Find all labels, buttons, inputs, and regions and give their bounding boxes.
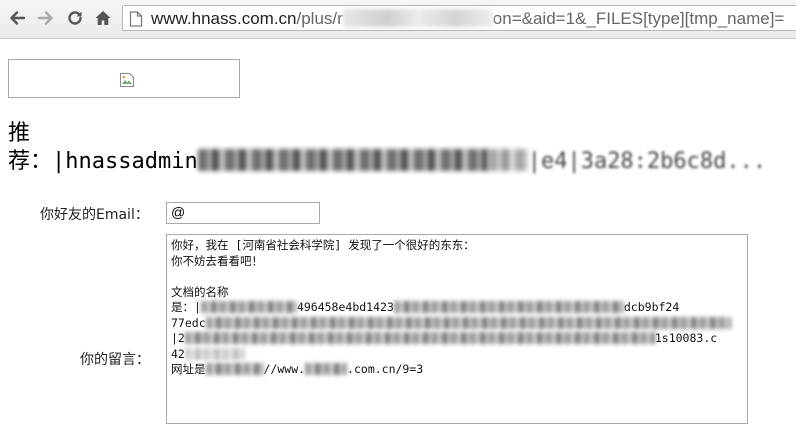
redacted-hash-2: [487, 149, 528, 171]
reload-button[interactable]: [64, 7, 86, 29]
recommend-line-1: 推: [8, 121, 31, 146]
message-line-text: 42: [171, 346, 185, 361]
message-textarea[interactable]: 你好，我在 [河南省社会科学院] 发现了一个很好的东东： 你不妨去看看吧！ 文档…: [166, 234, 748, 424]
message-url-domain: .com.cn/9=3: [347, 362, 424, 376]
message-line: 网址是 //www. .com.cn/9=3: [171, 362, 743, 378]
redacted-text: [205, 316, 731, 329]
message-hash-2: dcb9bf24: [623, 300, 680, 314]
address-bar[interactable]: www.hnass.com.cn/plus/r on=&aid=1&_FILES[…: [122, 5, 796, 31]
message-line: 文档的名称: [171, 284, 229, 299]
message-line: 你不妨去看看吧！: [171, 253, 263, 268]
broken-image-icon: [120, 73, 134, 87]
browser-toolbar: www.hnass.com.cn/plus/r on=&aid=1&_FILES[…: [0, 0, 796, 39]
message-label: 你的留言：: [80, 352, 150, 368]
url-tail: on=&aid=1&_FILES[type][tmp_name]=: [492, 9, 785, 28]
recommend-line-2: 荐：|hnassadmin |e4|3a28:2b6c8d...: [8, 148, 796, 176]
message-line-text: 是：|: [171, 300, 201, 314]
message-line: 77edc: [171, 316, 743, 332]
message-line: 你好，我在 [河南省社会科学院] 发现了一个很好的东东：: [171, 238, 475, 252]
email-field[interactable]: @: [166, 202, 320, 224]
redacted-text: [200, 301, 297, 313]
recommend-text: 推 荐：|hnassadmin |e4|3a28:2b6c8d...: [8, 120, 796, 176]
back-button[interactable]: [6, 7, 28, 29]
message-line-text: 77edc: [171, 315, 206, 330]
forward-button[interactable]: [35, 7, 57, 29]
redacted-text: [184, 347, 245, 360]
recommend-user: |hnassadmin: [52, 149, 198, 174]
arrow-left-icon: [10, 11, 26, 25]
image-container: [8, 59, 240, 98]
url-text: www.hnass.com.cn/plus/r on=&aid=1&_FILES[…: [151, 9, 784, 29]
arrow-right-icon: [37, 11, 53, 25]
url-host: www.hnass.com.cn: [151, 9, 297, 28]
message-hash-3: 1s10083.c: [654, 331, 718, 345]
reload-icon: [68, 11, 82, 25]
message-hash: 496458e4bd1423: [296, 300, 394, 314]
home-button[interactable]: [92, 7, 114, 29]
recommend-prefix: 荐：: [8, 149, 53, 174]
url-path: /plus/r: [296, 9, 343, 28]
recommend-hash-tail: |e4|3a28:2b6c8d...: [527, 149, 767, 174]
redacted-text: [205, 363, 264, 375]
message-line-text: 网址是: [171, 362, 206, 376]
redacted-text: [393, 301, 624, 313]
message-line: 是：| 496458e4bd1423 dcb9bf24: [171, 300, 743, 316]
home-icon: [95, 11, 111, 25]
message-url: //www.: [263, 362, 306, 376]
message-line: |2 1s10083.c: [171, 331, 743, 347]
message-line-text: |2: [171, 331, 185, 345]
page-icon: [129, 11, 143, 27]
redacted-text: [305, 363, 348, 375]
message-line: 42: [171, 347, 743, 363]
message-line: [171, 269, 743, 285]
email-label: 你好友的Email：: [40, 207, 149, 223]
redacted-hash: [197, 149, 488, 171]
redacted-text: [184, 332, 655, 344]
url-redacted: [342, 9, 493, 27]
